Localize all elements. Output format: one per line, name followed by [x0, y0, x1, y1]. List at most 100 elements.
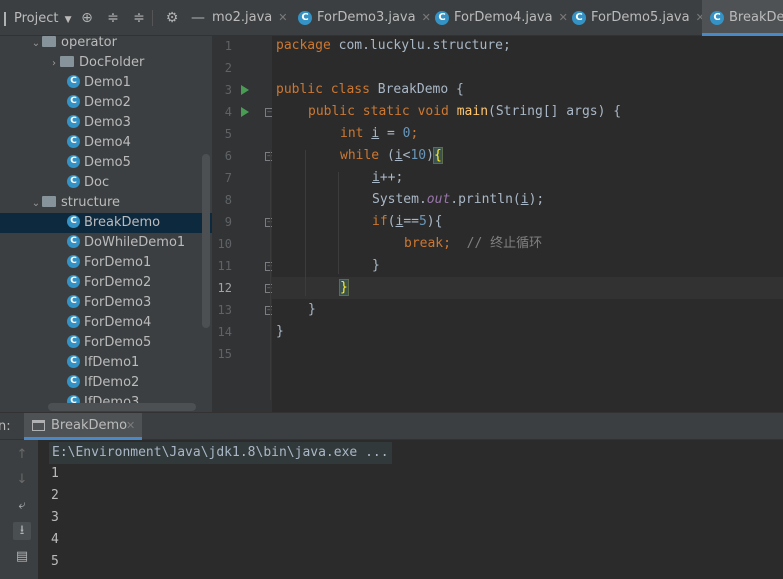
tree-item-demo4[interactable]: C Demo4 [0, 133, 212, 153]
tree-item-ifdemo1[interactable]: C IfDemo1 [0, 353, 212, 373]
scroll-to-end-icon[interactable]: ⭳ [13, 522, 31, 540]
tree-item-label: IfDemo1 [84, 355, 140, 370]
tab-breakdemo[interactable]: C BreakDem [702, 0, 783, 36]
tree-item-fordemo2[interactable]: C ForDemo2 [0, 273, 212, 293]
tree-item-label: structure [61, 195, 120, 210]
toolbar-divider [152, 10, 153, 26]
folder-icon [42, 36, 56, 47]
tree-item-dowhiledemo1[interactable]: C DoWhileDemo1 [0, 233, 212, 253]
tree-item-breakdemo[interactable]: C BreakDemo [0, 213, 212, 233]
line-number: 3 [224, 83, 232, 97]
close-icon[interactable]: ✕ [422, 11, 431, 24]
tree-folder-structure[interactable]: ⌄ structure [0, 193, 212, 213]
line-number: 15 [217, 347, 232, 361]
chevron-right-icon[interactable]: › [48, 54, 60, 74]
tab-fordemo5[interactable]: C ForDemo5.java ✕ [572, 0, 705, 36]
close-icon[interactable]: ✕ [126, 419, 135, 432]
minimize-icon[interactable]: — [190, 10, 206, 26]
tree-item-demo2[interactable]: C Demo2 [0, 93, 212, 113]
project-panel-icon [4, 11, 12, 26]
dropdown-icon[interactable]: ▼ [65, 15, 72, 25]
print-icon[interactable]: ▤ [13, 548, 31, 566]
class-icon: C [67, 335, 80, 348]
tree-item-label: IfDemo2 [84, 375, 140, 390]
line-number: 6 [224, 149, 232, 163]
tree-folder-operator[interactable]: ⌄ operator [0, 36, 212, 53]
console-line: 3 [51, 510, 59, 525]
code-line-14: } [276, 324, 284, 339]
code-line-10: break; // 终止循环 [404, 236, 543, 251]
close-icon[interactable]: ✕ [278, 11, 287, 24]
tree-item-demo3[interactable]: C Demo3 [0, 113, 212, 133]
project-view-selector[interactable]: Project ▼ [4, 11, 72, 26]
tab-label: mo2.java [212, 10, 273, 25]
class-icon: C [67, 75, 80, 88]
tree-item-fordemo3[interactable]: C ForDemo3 [0, 293, 212, 313]
line-number: 4 [224, 105, 232, 119]
tree-folder-docfolder[interactable]: › DocFolder [0, 53, 212, 73]
code-line-13: } [308, 302, 316, 317]
tree-item-label: Demo3 [84, 115, 131, 130]
chevron-down-icon[interactable]: ⌄ [30, 194, 42, 214]
class-icon: C [710, 10, 724, 25]
tree-item-fordemo4[interactable]: C ForDemo4 [0, 313, 212, 333]
code-line-7: i++; [372, 170, 404, 185]
expand-all-icon[interactable]: ≑ [105, 10, 121, 26]
tab-label: BreakDem [729, 10, 783, 25]
sidebar-horizontal-scrollbar[interactable] [48, 403, 196, 411]
locate-icon[interactable]: ⊕ [79, 10, 95, 26]
gutter-guide [270, 150, 271, 400]
tree-item-demo1[interactable]: C Demo1 [0, 73, 212, 93]
code-line-9: if(i==5){ [372, 214, 443, 229]
class-icon: C [67, 115, 80, 128]
tab-demo2[interactable]: mo2.java ✕ [212, 0, 290, 36]
class-icon: C [67, 315, 80, 328]
tree-item-fordemo5[interactable]: C ForDemo5 [0, 333, 212, 353]
editor-tabs: mo2.java ✕ C ForDemo3.java ✕ C ForDemo4.java… [212, 0, 783, 36]
tree-item-label: DocFolder [79, 55, 145, 70]
console-command-line: E:\Environment\Java\jdk1.8\bin\java.exe … [49, 442, 392, 464]
tree-item-doc[interactable]: C Doc [0, 173, 212, 193]
tree-item-demo5[interactable]: C Demo5 [0, 153, 212, 173]
tree-item-label: ForDemo4 [84, 315, 152, 330]
tab-label: ForDemo5.java [591, 10, 690, 25]
code-line-4: public static void main(String[] args) { [308, 104, 622, 119]
folder-icon [42, 196, 56, 207]
collapse-all-icon[interactable]: ≑ [131, 10, 147, 26]
chevron-down-icon[interactable]: ⌄ [30, 36, 42, 54]
arrow-down-icon[interactable]: ↓ [13, 471, 31, 489]
close-icon[interactable]: ✕ [559, 11, 568, 24]
class-icon: C [67, 135, 80, 148]
soft-wrap-icon[interactable]: ⤶ [13, 497, 31, 515]
tree-item-ifdemo2[interactable]: C IfDemo2 [0, 373, 212, 393]
line-number: 1 [224, 39, 232, 53]
indent-guide [305, 150, 306, 296]
sidebar-vertical-scrollbar[interactable] [202, 154, 210, 328]
console-line: 1 [51, 466, 59, 481]
code-line-5: int i = 0; [340, 126, 419, 141]
project-title: Project [14, 11, 59, 26]
tree-item-fordemo1[interactable]: C ForDemo1 [0, 253, 212, 273]
run-tab-breakdemo[interactable]: BreakDemo ✕ [24, 413, 142, 440]
tree-item-label: ForDemo3 [84, 295, 152, 310]
arrow-up-icon[interactable]: ↑ [13, 446, 31, 464]
tab-fordemo4[interactable]: C ForDemo4.java ✕ [435, 0, 568, 36]
tab-fordemo3[interactable]: C ForDemo3.java ✕ [298, 0, 431, 36]
tab-label: ForDemo4.java [454, 10, 553, 25]
console-line: 5 [51, 554, 59, 569]
project-toolbar: Project ▼ ⊕ ≑ ≑ ⚙ — [0, 0, 212, 36]
class-icon: C [67, 235, 80, 248]
code-line-3: public class BreakDemo { [276, 82, 464, 97]
line-number: 5 [224, 127, 232, 141]
class-icon: C [572, 10, 586, 25]
tab-label: ForDemo3.java [317, 10, 416, 25]
gear-icon[interactable]: ⚙ [164, 10, 180, 26]
class-icon: C [67, 375, 80, 388]
run-class-icon[interactable] [241, 85, 249, 95]
code-line-8: System.out.println(i); [372, 192, 545, 207]
tree-item-label: ForDemo2 [84, 275, 152, 290]
console-line: 4 [51, 532, 59, 547]
tree-item-label: Demo5 [84, 155, 131, 170]
line-number: 14 [217, 325, 232, 339]
run-main-icon[interactable] [241, 107, 249, 117]
